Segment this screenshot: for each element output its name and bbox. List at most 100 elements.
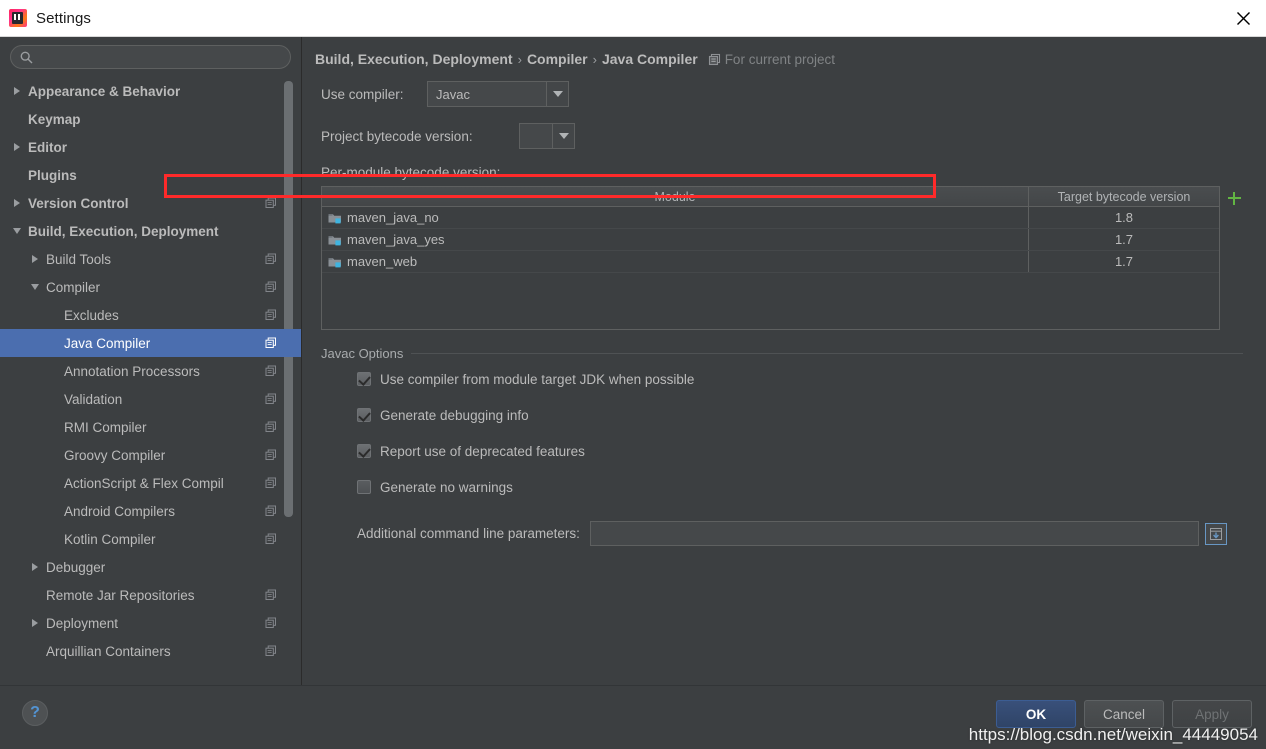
sidebar-item-compiler[interactable]: Compiler xyxy=(0,273,301,301)
use-compiler-dropdown[interactable]: Javac xyxy=(427,81,569,107)
checkbox-checked-icon[interactable] xyxy=(357,408,371,422)
sidebar-item-rmi-compiler[interactable]: RMI Compiler xyxy=(0,413,301,441)
sidebar-item-build-execution-deployment[interactable]: Build, Execution, Deployment xyxy=(0,217,301,245)
checkbox-row[interactable]: Generate no warnings xyxy=(357,469,1243,505)
scope-label: For current project xyxy=(724,51,835,67)
checkbox-label: Generate debugging info xyxy=(380,407,529,423)
column-header-target[interactable]: Target bytecode version xyxy=(1029,187,1219,206)
sidebar-item-build-tools[interactable]: Build Tools xyxy=(0,245,301,273)
chevron-right-icon[interactable] xyxy=(28,252,42,266)
sidebar-item-label: Compiler xyxy=(46,279,101,295)
table-cell-module[interactable]: maven_web xyxy=(322,251,1029,272)
module-config-icon xyxy=(265,197,277,209)
table-row[interactable]: maven_web 1.7 xyxy=(322,251,1219,273)
table-cell-target-bytecode[interactable]: 1.7 xyxy=(1029,229,1219,250)
settings-dialog: Settings Appearance & Behavior Keymap Ed… xyxy=(0,0,1266,749)
chevron-down-icon[interactable] xyxy=(28,280,42,294)
chevron-down-icon[interactable] xyxy=(552,124,574,148)
sidebar-item-excludes[interactable]: Excludes xyxy=(0,301,301,329)
close-icon[interactable] xyxy=(1220,0,1266,36)
sidebar-item-label: Editor xyxy=(28,139,67,155)
cancel-button[interactable]: Cancel xyxy=(1084,700,1164,728)
sidebar-item-keymap[interactable]: Keymap xyxy=(0,105,301,133)
breadcrumb-item-1[interactable]: Compiler xyxy=(527,51,588,67)
checkbox-label: Generate no warnings xyxy=(380,479,513,495)
ok-button[interactable]: OK xyxy=(996,700,1076,728)
sidebar-item-android-compilers[interactable]: Android Compilers xyxy=(0,497,301,525)
table-cell-target-bytecode[interactable]: 1.7 xyxy=(1029,251,1219,272)
module-config-icon xyxy=(265,421,277,433)
sidebar-item-editor[interactable]: Editor xyxy=(0,133,301,161)
table-cell-target-bytecode[interactable]: 1.8 xyxy=(1029,207,1219,228)
search-input[interactable] xyxy=(39,50,280,64)
search-box[interactable] xyxy=(10,45,291,69)
sidebar-item-deployment[interactable]: Deployment xyxy=(0,609,301,637)
sidebar-item-label: Annotation Processors xyxy=(64,363,200,379)
sidebar-item-validation[interactable]: Validation xyxy=(0,385,301,413)
table-row[interactable]: maven_java_yes 1.7 xyxy=(322,229,1219,251)
project-bytecode-row: Project bytecode version: xyxy=(321,123,1252,149)
table-cell-module[interactable]: maven_java_yes xyxy=(322,229,1029,250)
javac-options-title-row: Javac Options xyxy=(321,346,1243,361)
checkbox-checked-icon[interactable] xyxy=(357,372,371,386)
table-row[interactable]: maven_java_no 1.8 xyxy=(322,207,1219,229)
module-config-icon xyxy=(265,645,277,657)
apply-button: Apply xyxy=(1172,700,1252,728)
sidebar-item-arquillian-containers[interactable]: Arquillian Containers xyxy=(0,637,301,665)
sidebar-item-label: Plugins xyxy=(28,167,77,183)
help-icon[interactable]: ? xyxy=(22,700,48,726)
button-label: OK xyxy=(1025,706,1047,722)
module-config-icon xyxy=(265,337,277,349)
breadcrumb-item-0[interactable]: Build, Execution, Deployment xyxy=(315,51,513,67)
module-config-icon xyxy=(265,589,277,601)
module-config-icon xyxy=(265,477,277,489)
chevron-down-icon[interactable] xyxy=(10,224,24,238)
breadcrumb-separator: › xyxy=(517,51,522,67)
use-compiler-label: Use compiler: xyxy=(321,86,404,102)
chevron-right-icon[interactable] xyxy=(10,84,24,98)
sidebar-item-actionscript-flex-compil[interactable]: ActionScript & Flex Compil xyxy=(0,469,301,497)
chevron-down-icon[interactable] xyxy=(546,82,568,106)
sidebar-item-annotation-processors[interactable]: Annotation Processors xyxy=(0,357,301,385)
sidebar-item-version-control[interactable]: Version Control xyxy=(0,189,301,217)
checkbox-row[interactable]: Generate debugging info xyxy=(357,397,1243,433)
additional-params-input[interactable] xyxy=(589,521,1199,546)
sidebar-item-kotlin-compiler[interactable]: Kotlin Compiler xyxy=(0,525,301,553)
checkbox-label: Use compiler from module target JDK when… xyxy=(380,371,695,387)
sidebar-item-label: Groovy Compiler xyxy=(64,447,166,463)
search-container xyxy=(0,37,301,73)
target-bytecode-value: 1.7 xyxy=(1114,232,1134,247)
chevron-right-icon[interactable] xyxy=(10,196,24,210)
sidebar-item-label: Excludes xyxy=(64,307,119,323)
sidebar-item-remote-jar-repositories[interactable]: Remote Jar Repositories xyxy=(0,581,301,609)
table-cell-module[interactable]: maven_java_no xyxy=(322,207,1029,228)
settings-tree[interactable]: Appearance & Behavior Keymap Editor Plugins… xyxy=(0,73,301,685)
project-bytecode-label: Project bytecode version: xyxy=(321,128,473,144)
sidebar-item-label: Remote Jar Repositories xyxy=(46,587,195,603)
chevron-right-icon[interactable] xyxy=(28,616,42,630)
chevron-right-icon[interactable] xyxy=(10,140,24,154)
sidebar-item-debugger[interactable]: Debugger xyxy=(0,553,301,581)
checkbox-row[interactable]: Use compiler from module target JDK when… xyxy=(357,361,1243,397)
chevron-right-icon[interactable] xyxy=(28,560,42,574)
expand-editor-icon[interactable] xyxy=(1205,522,1227,545)
module-config-icon xyxy=(265,253,277,265)
project-bytecode-dropdown[interactable] xyxy=(519,123,575,149)
sidebar-item-plugins[interactable]: Plugins xyxy=(0,161,301,189)
checkbox-checked-icon[interactable] xyxy=(357,444,371,458)
additional-params-row: Additional command line parameters: xyxy=(357,521,1227,546)
sidebar-item-appearance-behavior[interactable]: Appearance & Behavior xyxy=(0,77,301,105)
group-divider xyxy=(411,353,1243,354)
module-folder-icon xyxy=(328,233,342,247)
sidebar-item-groovy-compiler[interactable]: Groovy Compiler xyxy=(0,441,301,469)
column-header-module[interactable]: Module xyxy=(322,187,1029,206)
button-label: Apply xyxy=(1195,706,1229,722)
sidebar-item-java-compiler[interactable]: Java Compiler xyxy=(0,329,301,357)
checkbox-row[interactable]: Report use of deprecated features xyxy=(357,433,1243,469)
module-config-icon xyxy=(265,309,277,321)
checkbox-unchecked-icon[interactable] xyxy=(357,480,371,494)
add-module-button[interactable] xyxy=(1223,188,1245,208)
per-module-bytecode-label: Per-module bytecode version: xyxy=(321,165,501,180)
per-module-bytecode-table[interactable]: Module Target bytecode version maven_jav… xyxy=(321,186,1241,330)
window-title: Settings xyxy=(36,9,91,27)
